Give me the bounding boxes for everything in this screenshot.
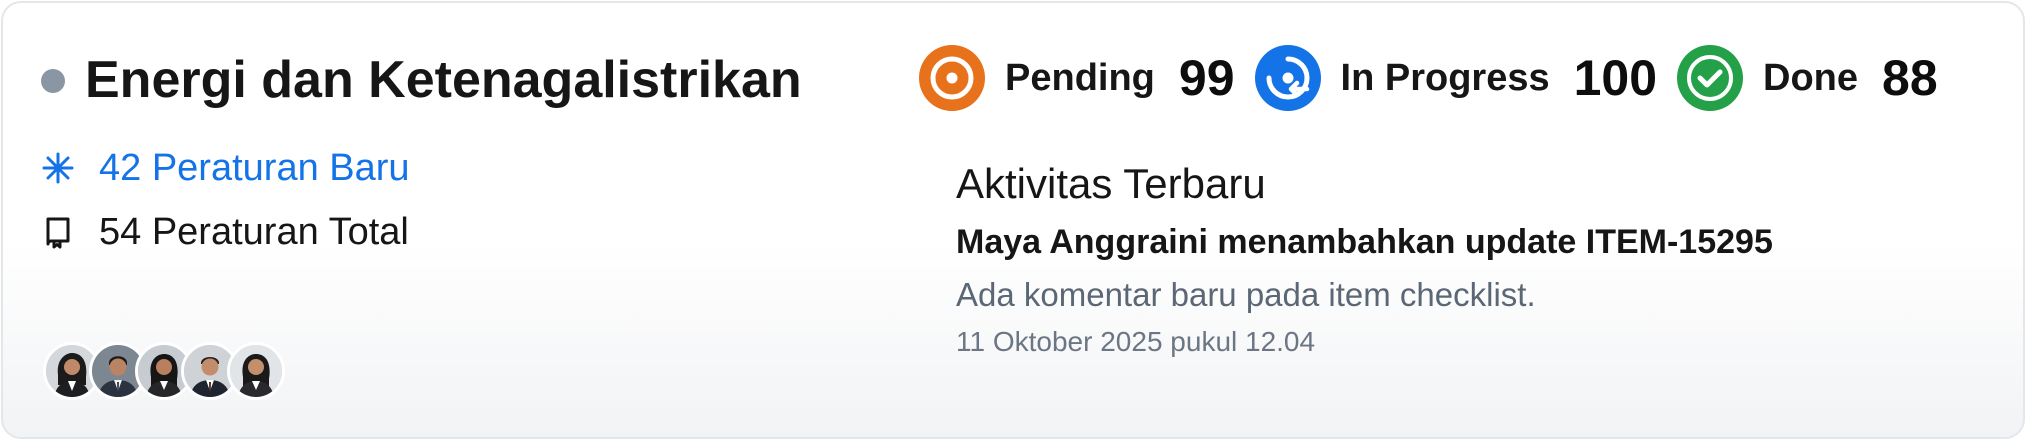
new-regulations-link[interactable]: 42 Peraturan Baru [41, 144, 410, 192]
assignee-avatars[interactable] [43, 342, 285, 400]
activity-heading: Aktivitas Terbaru [956, 160, 1266, 207]
activity-description: Ada komentar baru pada item checklist. [956, 276, 1536, 313]
total-regulations-label: 54 Peraturan Total [99, 211, 409, 253]
activity-timestamp: 11 Oktober 2025 pukul 12.04 [956, 326, 1316, 357]
total-regulations: 54 Peraturan Total [41, 208, 409, 256]
status-label-pending: Pending [1005, 56, 1155, 99]
status-count-done[interactable]: 88 [1882, 49, 1938, 107]
status-summary: Pending 99 In Progress 100 Done 88 [919, 45, 1958, 111]
status-label-in-progress: In Progress [1340, 56, 1550, 99]
pending-icon [919, 45, 985, 111]
status-count-in-progress[interactable]: 100 [1574, 49, 1657, 107]
in-progress-icon [1254, 45, 1321, 111]
regulation-category-card[interactable]: Energi dan Ketenagalistrikan 42 Peratura… [1, 1, 2025, 439]
status-count-pending[interactable]: 99 [1179, 49, 1235, 107]
status-dot [41, 69, 65, 93]
activity-text[interactable]: Maya Anggraini menambahkan update ITEM-1… [956, 220, 1773, 264]
asterisk-icon [41, 151, 75, 185]
avatar[interactable] [227, 342, 285, 400]
latest-activity: Aktivitas Terbaru Maya Anggraini menamba… [956, 158, 1773, 360]
category-title[interactable]: Energi dan Ketenagalistrikan [85, 49, 802, 111]
status-label-done: Done [1763, 56, 1859, 99]
book-icon [41, 215, 75, 249]
new-regulations-label: 42 Peraturan Baru [99, 147, 410, 189]
check-circle-icon [1677, 45, 1744, 111]
